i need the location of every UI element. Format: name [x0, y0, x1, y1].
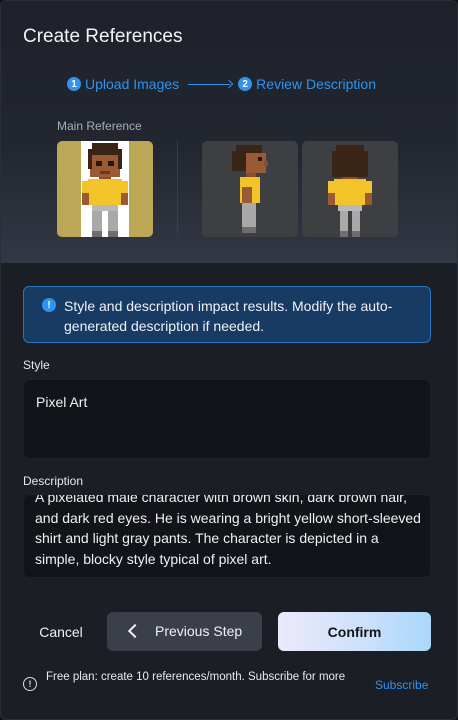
header-area: Create References 1 Upload Images 2 Revi… [1, 1, 457, 263]
main-reference-label: Main Reference [57, 119, 142, 133]
step-label-upload: Upload Images [85, 76, 180, 92]
character-front-sprite [82, 143, 128, 237]
step-number-1: 1 [67, 77, 81, 91]
step-number-2: 2 [238, 77, 253, 91]
create-references-dialog: Create References 1 Upload Images 2 Revi… [0, 0, 458, 720]
character-side-sprite [232, 145, 268, 233]
previous-step-button[interactable]: Previous Step [107, 612, 262, 651]
previous-step-label: Previous Step [155, 623, 243, 639]
arrow-right-icon [188, 79, 232, 89]
side-view-image[interactable] [202, 141, 298, 237]
cancel-button[interactable]: Cancel [23, 612, 99, 651]
description-value: A pixelated male character with brown sk… [35, 494, 421, 567]
step-review-description[interactable]: 2 Review Description [238, 76, 376, 92]
step-label-review: Review Description [256, 76, 376, 92]
free-plan-text: Free plan: create 10 references/month. S… [46, 671, 346, 683]
character-back-sprite [328, 145, 372, 237]
description-label: Description [23, 474, 84, 488]
step-upload-images[interactable]: 1 Upload Images [67, 76, 179, 92]
info-banner: ! Style and description impact results. … [23, 286, 431, 343]
info-circle-icon: ! [23, 677, 37, 691]
style-field[interactable]: Pixel Art [23, 379, 431, 459]
dialog-title: Create References [23, 26, 183, 47]
back-view-image[interactable] [302, 141, 398, 237]
info-banner-text: Style and description impact results. Mo… [64, 298, 393, 334]
style-label: Style [23, 358, 50, 372]
subscribe-link[interactable]: Subscribe [375, 678, 428, 692]
description-textarea[interactable]: A pixelated male character with brown sk… [23, 494, 431, 578]
chevron-left-icon [127, 623, 143, 639]
main-reference-image[interactable] [57, 141, 153, 237]
stepper: 1 Upload Images 2 Review Description [67, 75, 376, 93]
info-icon: ! [42, 298, 56, 312]
confirm-button[interactable]: Confirm [278, 612, 431, 651]
thumbnail-divider [177, 141, 178, 237]
style-value: Pixel Art [36, 394, 88, 410]
